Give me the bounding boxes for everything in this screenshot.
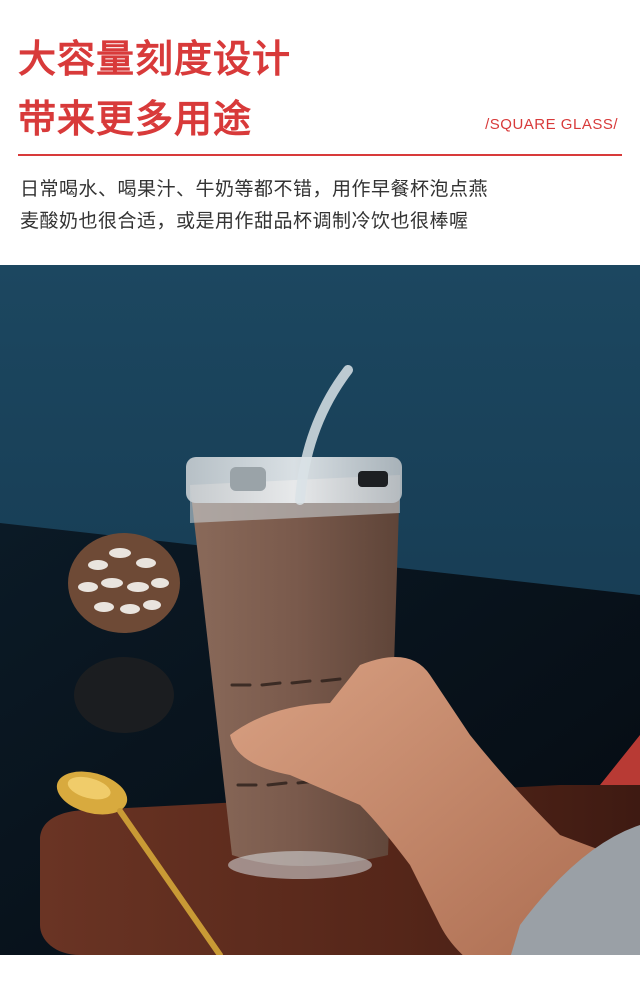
cup-lid	[186, 457, 402, 503]
description-line-1: 日常喝水、喝果汁、牛奶等都不错，用作早餐杯泡点燕	[20, 178, 489, 200]
description-line-2: 麦酸奶也很合适，或是用作甜品杯调制冷饮也很棒喔	[20, 210, 469, 232]
headline-line-1: 大容量刻度设计	[18, 37, 292, 81]
divider-line	[18, 154, 622, 156]
product-photo-illustration	[0, 265, 640, 991]
tagline-square-glass: /SQUARE GLASS/	[485, 116, 618, 133]
headline-line-2: 带来更多用途	[18, 97, 253, 141]
product-photo	[0, 265, 640, 991]
pinecone-reflection	[74, 657, 174, 733]
bottom-strip	[0, 955, 640, 991]
header-section: 大容量刻度设计 带来更多用途 /SQUARE GLASS/ 日常喝水、喝果汁、牛…	[0, 0, 640, 265]
